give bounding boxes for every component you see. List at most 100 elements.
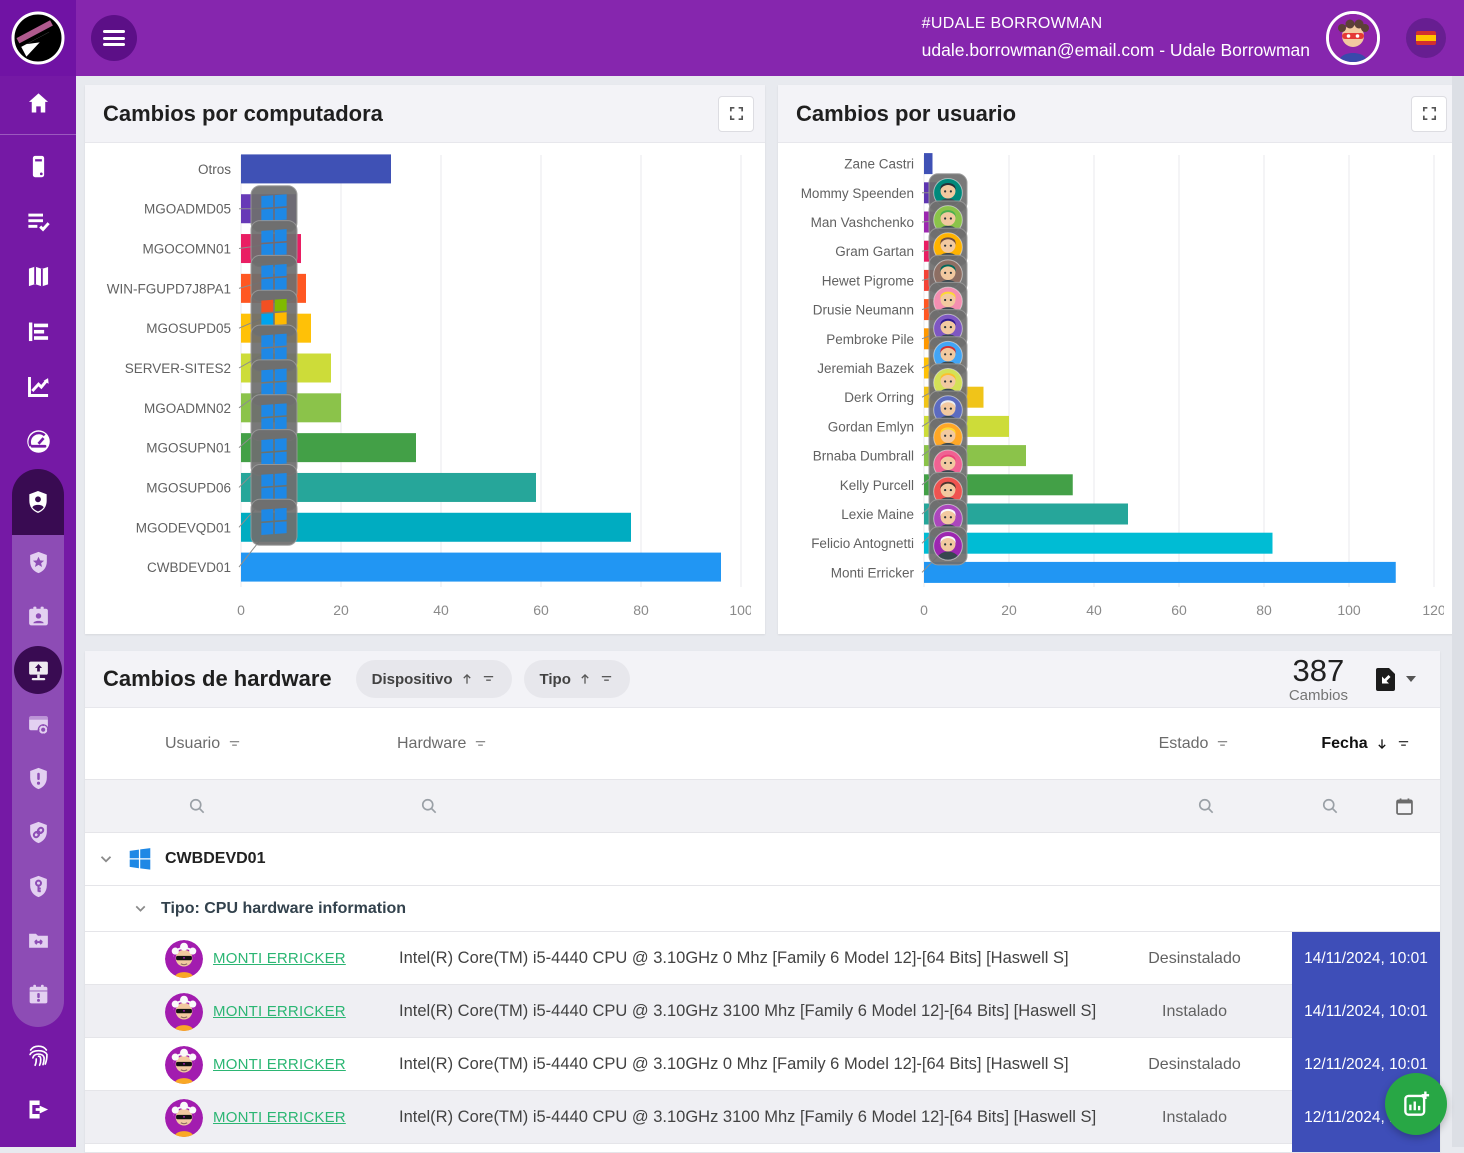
add-report-fab[interactable] <box>1385 1073 1447 1135</box>
scrollbar-track[interactable] <box>1452 76 1464 1147</box>
topbar: #UDALE BORROWMAN udale.borrowman@email.c… <box>0 0 1464 76</box>
user-link[interactable]: MONTI ERRICKER <box>213 1003 346 1020</box>
table-rows: MONTI ERRICKER Intel(R) Core(TM) i5-4440… <box>85 932 1440 1153</box>
search-icon <box>187 796 207 816</box>
sidebar-item-analytics[interactable] <box>0 359 76 414</box>
group-row-device[interactable]: CWBDEVD01 <box>85 833 1440 886</box>
user-link[interactable]: MONTI ERRICKER <box>213 1109 346 1126</box>
user-avatar <box>165 1046 203 1084</box>
calendar-picker-icon[interactable] <box>1394 796 1415 817</box>
user-link[interactable]: MONTI ERRICKER <box>213 950 346 967</box>
sidebar-item-id-card[interactable] <box>12 589 64 643</box>
sort-pill-tipo[interactable]: Tipo <box>524 660 630 698</box>
sidebar-item-calendar-alert[interactable] <box>12 967 64 1021</box>
users-bar-chart[interactable]: 020406080100120Zane CastriMommy Speenden… <box>792 149 1444 627</box>
shield-link-icon <box>26 820 51 845</box>
svg-text:40: 40 <box>1086 602 1102 618</box>
column-header-fecha[interactable]: Fecha <box>1292 735 1440 753</box>
column-header-estado[interactable]: Estado <box>1097 735 1292 753</box>
sidebar-item-map[interactable] <box>0 249 76 304</box>
id-card-icon <box>26 604 51 629</box>
expand-users-chart-button[interactable] <box>1411 96 1447 132</box>
sidebar-item-home[interactable] <box>0 76 76 131</box>
user-avatar[interactable] <box>1326 11 1380 65</box>
filter-icon[interactable] <box>473 737 488 751</box>
sidebar-item-devices[interactable] <box>0 139 76 194</box>
chevron-down-icon[interactable] <box>132 900 149 917</box>
svg-text:20: 20 <box>1001 602 1017 618</box>
sidebar-item-software[interactable] <box>12 697 64 751</box>
sidebar-item-folder-transfer[interactable] <box>12 913 64 967</box>
svg-text:Otros: Otros <box>198 162 231 177</box>
svg-text:Mommy Speenden: Mommy Speenden <box>801 186 914 201</box>
sidebar-divider <box>0 134 76 135</box>
search-icon <box>419 796 439 816</box>
app-settings-icon <box>26 712 51 737</box>
sidebar-item-security-active[interactable] <box>12 469 64 535</box>
hardware-changes-table: Usuario Hardware Estado Fecha <box>85 708 1440 1153</box>
svg-text:80: 80 <box>633 602 649 618</box>
export-button[interactable] <box>1374 666 1416 692</box>
svg-text:CWBDEVD01: CWBDEVD01 <box>147 560 231 575</box>
spanish-flag-icon <box>1416 31 1436 45</box>
language-selector-button[interactable] <box>1406 18 1446 58</box>
sidebar-item-remote-install-active[interactable] <box>12 643 64 697</box>
windows-os-icon <box>127 846 153 872</box>
column-label: Hardware <box>397 735 466 753</box>
svg-text:MGOADMD05: MGOADMD05 <box>144 202 231 217</box>
fecha-search-input[interactable] <box>1292 796 1440 817</box>
app-logo[interactable] <box>0 0 76 76</box>
column-header-usuario[interactable]: Usuario <box>165 735 397 753</box>
sort-pill-dispositivo[interactable]: Dispositivo <box>356 660 512 698</box>
group-type-label: Tipo: CPU hardware information <box>161 900 406 918</box>
sidebar-item-ranking[interactable] <box>0 304 76 359</box>
sidebar-item-logout[interactable] <box>0 1082 76 1137</box>
sidebar-item-policies[interactable] <box>12 535 64 589</box>
svg-text:60: 60 <box>1171 602 1187 618</box>
sidebar-item-shield-link[interactable] <box>12 805 64 859</box>
hardware-description: Intel(R) Core(TM) i5-4440 CPU @ 3.10GHz … <box>397 949 1097 968</box>
hardware-search-input[interactable] <box>397 796 1097 816</box>
logout-icon <box>25 1096 52 1123</box>
column-header-hardware[interactable]: Hardware <box>397 735 1097 753</box>
shield-star-icon <box>26 550 51 575</box>
filter-icon[interactable] <box>227 737 242 751</box>
active-sub-highlight <box>14 646 62 694</box>
home-icon <box>25 90 52 117</box>
sidebar-item-shield-key[interactable] <box>12 859 64 913</box>
svg-text:Zane Castri: Zane Castri <box>844 157 914 172</box>
sidebar-item-shield-alert[interactable] <box>12 751 64 805</box>
sidebar-item-dashboard[interactable] <box>0 414 76 469</box>
menu-toggle-button[interactable] <box>91 15 137 61</box>
chevron-down-icon[interactable] <box>97 850 115 868</box>
user-avatar <box>165 940 203 978</box>
group-row-type[interactable]: Tipo: CPU hardware information <box>85 886 1440 932</box>
arrow-up-icon <box>460 672 474 686</box>
fullscreen-icon <box>1421 105 1438 122</box>
svg-text:Gordan Emlyn: Gordan Emlyn <box>828 419 914 434</box>
sidebar-item-tasks[interactable] <box>0 194 76 249</box>
hardware-change-row: MONTI ERRICKER Intel(R) Core(TM) i5-4440… <box>85 932 1440 985</box>
usuario-search-input[interactable] <box>165 796 397 816</box>
computers-bar-chart[interactable]: 020406080100OtrosMGOADMD05MGOCOMN01WIN-F… <box>99 149 751 627</box>
shield-user-icon <box>25 489 51 515</box>
filter-icon[interactable] <box>1215 737 1230 751</box>
table-header-row: Usuario Hardware Estado Fecha <box>85 708 1440 780</box>
arrow-up-icon <box>578 672 592 686</box>
estado-search-input[interactable] <box>1097 796 1292 816</box>
filter-icon[interactable] <box>1396 737 1411 751</box>
hardware-description: Intel(R) Core(TM) i5-4440 CPU @ 3.10GHz … <box>397 1108 1097 1127</box>
svg-text:40: 40 <box>433 602 449 618</box>
column-label: Estado <box>1159 735 1209 753</box>
estado-value: Desinstalado <box>1097 950 1292 968</box>
user-email-name: udale.borrowman@email.com - Udale Borrow… <box>922 40 1310 61</box>
expand-computers-chart-button[interactable] <box>718 96 754 132</box>
sidebar-item-fingerprint[interactable] <box>0 1027 76 1082</box>
org-label: #UDALE BORROWMAN <box>922 15 1310 33</box>
hamburger-icon <box>103 27 125 50</box>
svg-text:MGOSUPN01: MGOSUPN01 <box>146 441 231 456</box>
user-link[interactable]: MONTI ERRICKER <box>213 1056 346 1073</box>
changes-count-label: Cambios <box>1289 687 1348 704</box>
device-icon <box>25 153 52 180</box>
svg-text:MGODEVQD01: MGODEVQD01 <box>136 520 231 535</box>
